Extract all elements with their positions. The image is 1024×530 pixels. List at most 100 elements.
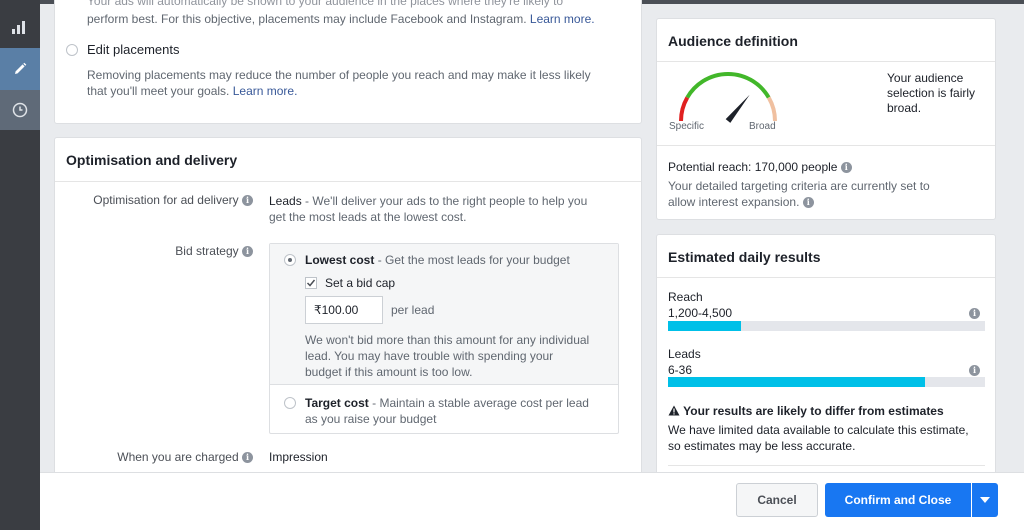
checkbox-check-icon [306,279,316,287]
info-icon[interactable]: i [242,452,253,464]
target-cost-desc-1: - Maintain a stable average cost per lea… [368,396,589,410]
edit-placements-learn-more[interactable]: Learn more. [233,84,298,98]
warning-desc: We have limited data available to calcul… [668,422,969,454]
info-icon[interactable]: i [969,365,980,376]
info-icon[interactable]: i [840,162,852,174]
divider [668,465,985,466]
lowest-cost-radio[interactable] [284,254,296,266]
audience-summary-2: selection is fairly [887,86,976,100]
bid-cap-note-3: budget if this amount is too low. [305,365,473,379]
target-cost-label: Target cost [305,396,369,410]
confirm-options-dropdown[interactable] [972,483,998,517]
warning-title-row: Your results are likely to differ from e… [668,404,944,418]
chart-icon [12,21,25,34]
reach-value: 1,200-4,500 [668,306,733,320]
bid-cap-input[interactable]: ₹100.00 [305,296,383,324]
auto-placements-desc: perform best. For this objective, placem… [87,11,595,27]
target-cost-option[interactable]: Target cost - Maintain a stable average … [305,395,589,427]
dropdown-arrow-icon [980,497,990,503]
gauge-arc-broad [766,96,777,122]
target-cost-radio[interactable] [284,397,296,409]
optimisation-title: Optimisation and delivery [66,152,238,168]
potential-reach-row: Potential reach: 170,000 people i [668,160,852,174]
auto-placements-text: perform best. For this objective, placem… [87,12,527,26]
placements-card: Your ads will automatically be shown to … [54,0,642,124]
sidebar-item-history[interactable] [0,90,40,130]
edit-placements-label[interactable]: Edit placements [87,42,180,57]
sidebar-item-edit[interactable] [0,48,40,90]
potential-reach: Potential reach: 170,000 people [668,160,838,174]
targeting-note-1: Your detailed targeting criteria are cur… [668,179,930,193]
sidebar [0,0,40,530]
ad-delivery-label-row: Optimisation for ad delivery i [93,193,253,207]
edit-placements-text-2: that you'll meet your goals. [87,84,230,98]
reach-bar [668,321,985,331]
gauge-specific-label: Specific [669,121,705,132]
lowest-cost-option[interactable]: Lowest cost - Get the most leads for you… [270,244,618,384]
ad-delivery-value: Leads - We'll deliver your ads to the ri… [269,193,587,225]
bid-strategy-label-row: Bid strategy i [175,244,253,258]
bid-cap-label: Set a bid cap [325,276,396,290]
leads-bar-fill [668,377,925,387]
ad-delivery-label: Optimisation for ad delivery [93,193,239,207]
bid-strategy-label: Bid strategy [175,244,239,258]
bid-cap-note: We won't bid more than this amount for a… [305,332,589,380]
optimisation-card: Optimisation and delivery Optimisation f… [54,137,642,477]
leads-value: 6-36 [668,363,693,377]
charged-label: When you are charged [117,450,239,464]
cancel-button[interactable]: Cancel [736,483,818,517]
bid-cap-note-2: lead. You may have trouble with spending… [305,349,554,363]
gauge-arc-middle [685,72,771,99]
reach-label: Reach [668,290,703,304]
divider [657,61,995,62]
ad-delivery-desc-2: get the most leads at the lowest cost. [269,210,467,224]
edit-placements-desc-2: that you'll meet your goals. Learn more. [87,83,297,99]
clock-icon [12,102,28,118]
leads-label: Leads [668,347,701,361]
bid-cap-checkbox[interactable] [305,277,317,289]
auto-placements-learn-more[interactable]: Learn more. [530,12,595,26]
info-icon[interactable]: i [969,308,980,319]
charged-value: Impression [269,450,328,464]
audience-card: Audience definition Specific Broad Your … [656,18,996,220]
divider [657,277,995,278]
estimates-card: Estimated daily results Reach 1,200-4,50… [656,234,996,484]
auto-placements-desc-cut: Your ads will automatically be shown to … [87,0,564,8]
gauge-needle [725,94,750,123]
lowest-cost-label: Lowest cost [305,253,375,267]
edit-placements-desc-1: Removing placements may reduce the numbe… [87,68,591,82]
edit-placements-radio[interactable] [66,44,78,56]
bid-cap-note-1: We won't bid more than this amount for a… [305,333,590,347]
divider [55,181,641,182]
ad-delivery-desc-1: - We'll deliver your ads to the right pe… [301,194,588,208]
charged-label-row: When you are charged i [117,450,253,464]
per-lead-label: per lead [391,303,435,317]
gauge-broad-label: Broad [749,121,776,132]
info-icon[interactable]: i [242,195,253,207]
target-cost-desc-2: as you raise your budget [305,412,437,426]
sidebar-item-reports[interactable] [0,6,40,48]
audience-summary-3: broad. [887,101,922,115]
pencil-icon [15,62,27,74]
ad-delivery-value-text: Leads [269,194,302,208]
audience-summary-1: Your audience [887,71,964,85]
targeting-note: Your detailed targeting criteria are cur… [668,178,930,210]
info-icon[interactable]: i [802,197,814,209]
warning-desc-1: We have limited data available to calcul… [668,423,969,437]
targeting-note-2: allow interest expansion. [668,195,800,209]
bid-strategy-options: Lowest cost - Get the most leads for you… [269,243,619,434]
leads-bar [668,377,985,387]
audience-title: Audience definition [668,33,798,49]
warning-icon [668,405,680,416]
audience-gauge [679,72,777,123]
info-icon[interactable]: i [242,246,253,258]
warning-desc-2: so estimates may be less accurate. [668,439,856,453]
audience-summary: Your audience selection is fairly broad. [887,71,975,116]
divider [657,145,995,146]
confirm-and-close-button[interactable]: Confirm and Close [825,483,971,517]
gauge-arc-specific [679,96,690,122]
estimates-title: Estimated daily results [668,249,821,265]
lowest-cost-desc: - Get the most leads for your budget [374,253,570,267]
reach-bar-fill [668,321,741,331]
warning-title: Your results are likely to differ from e… [683,404,944,418]
